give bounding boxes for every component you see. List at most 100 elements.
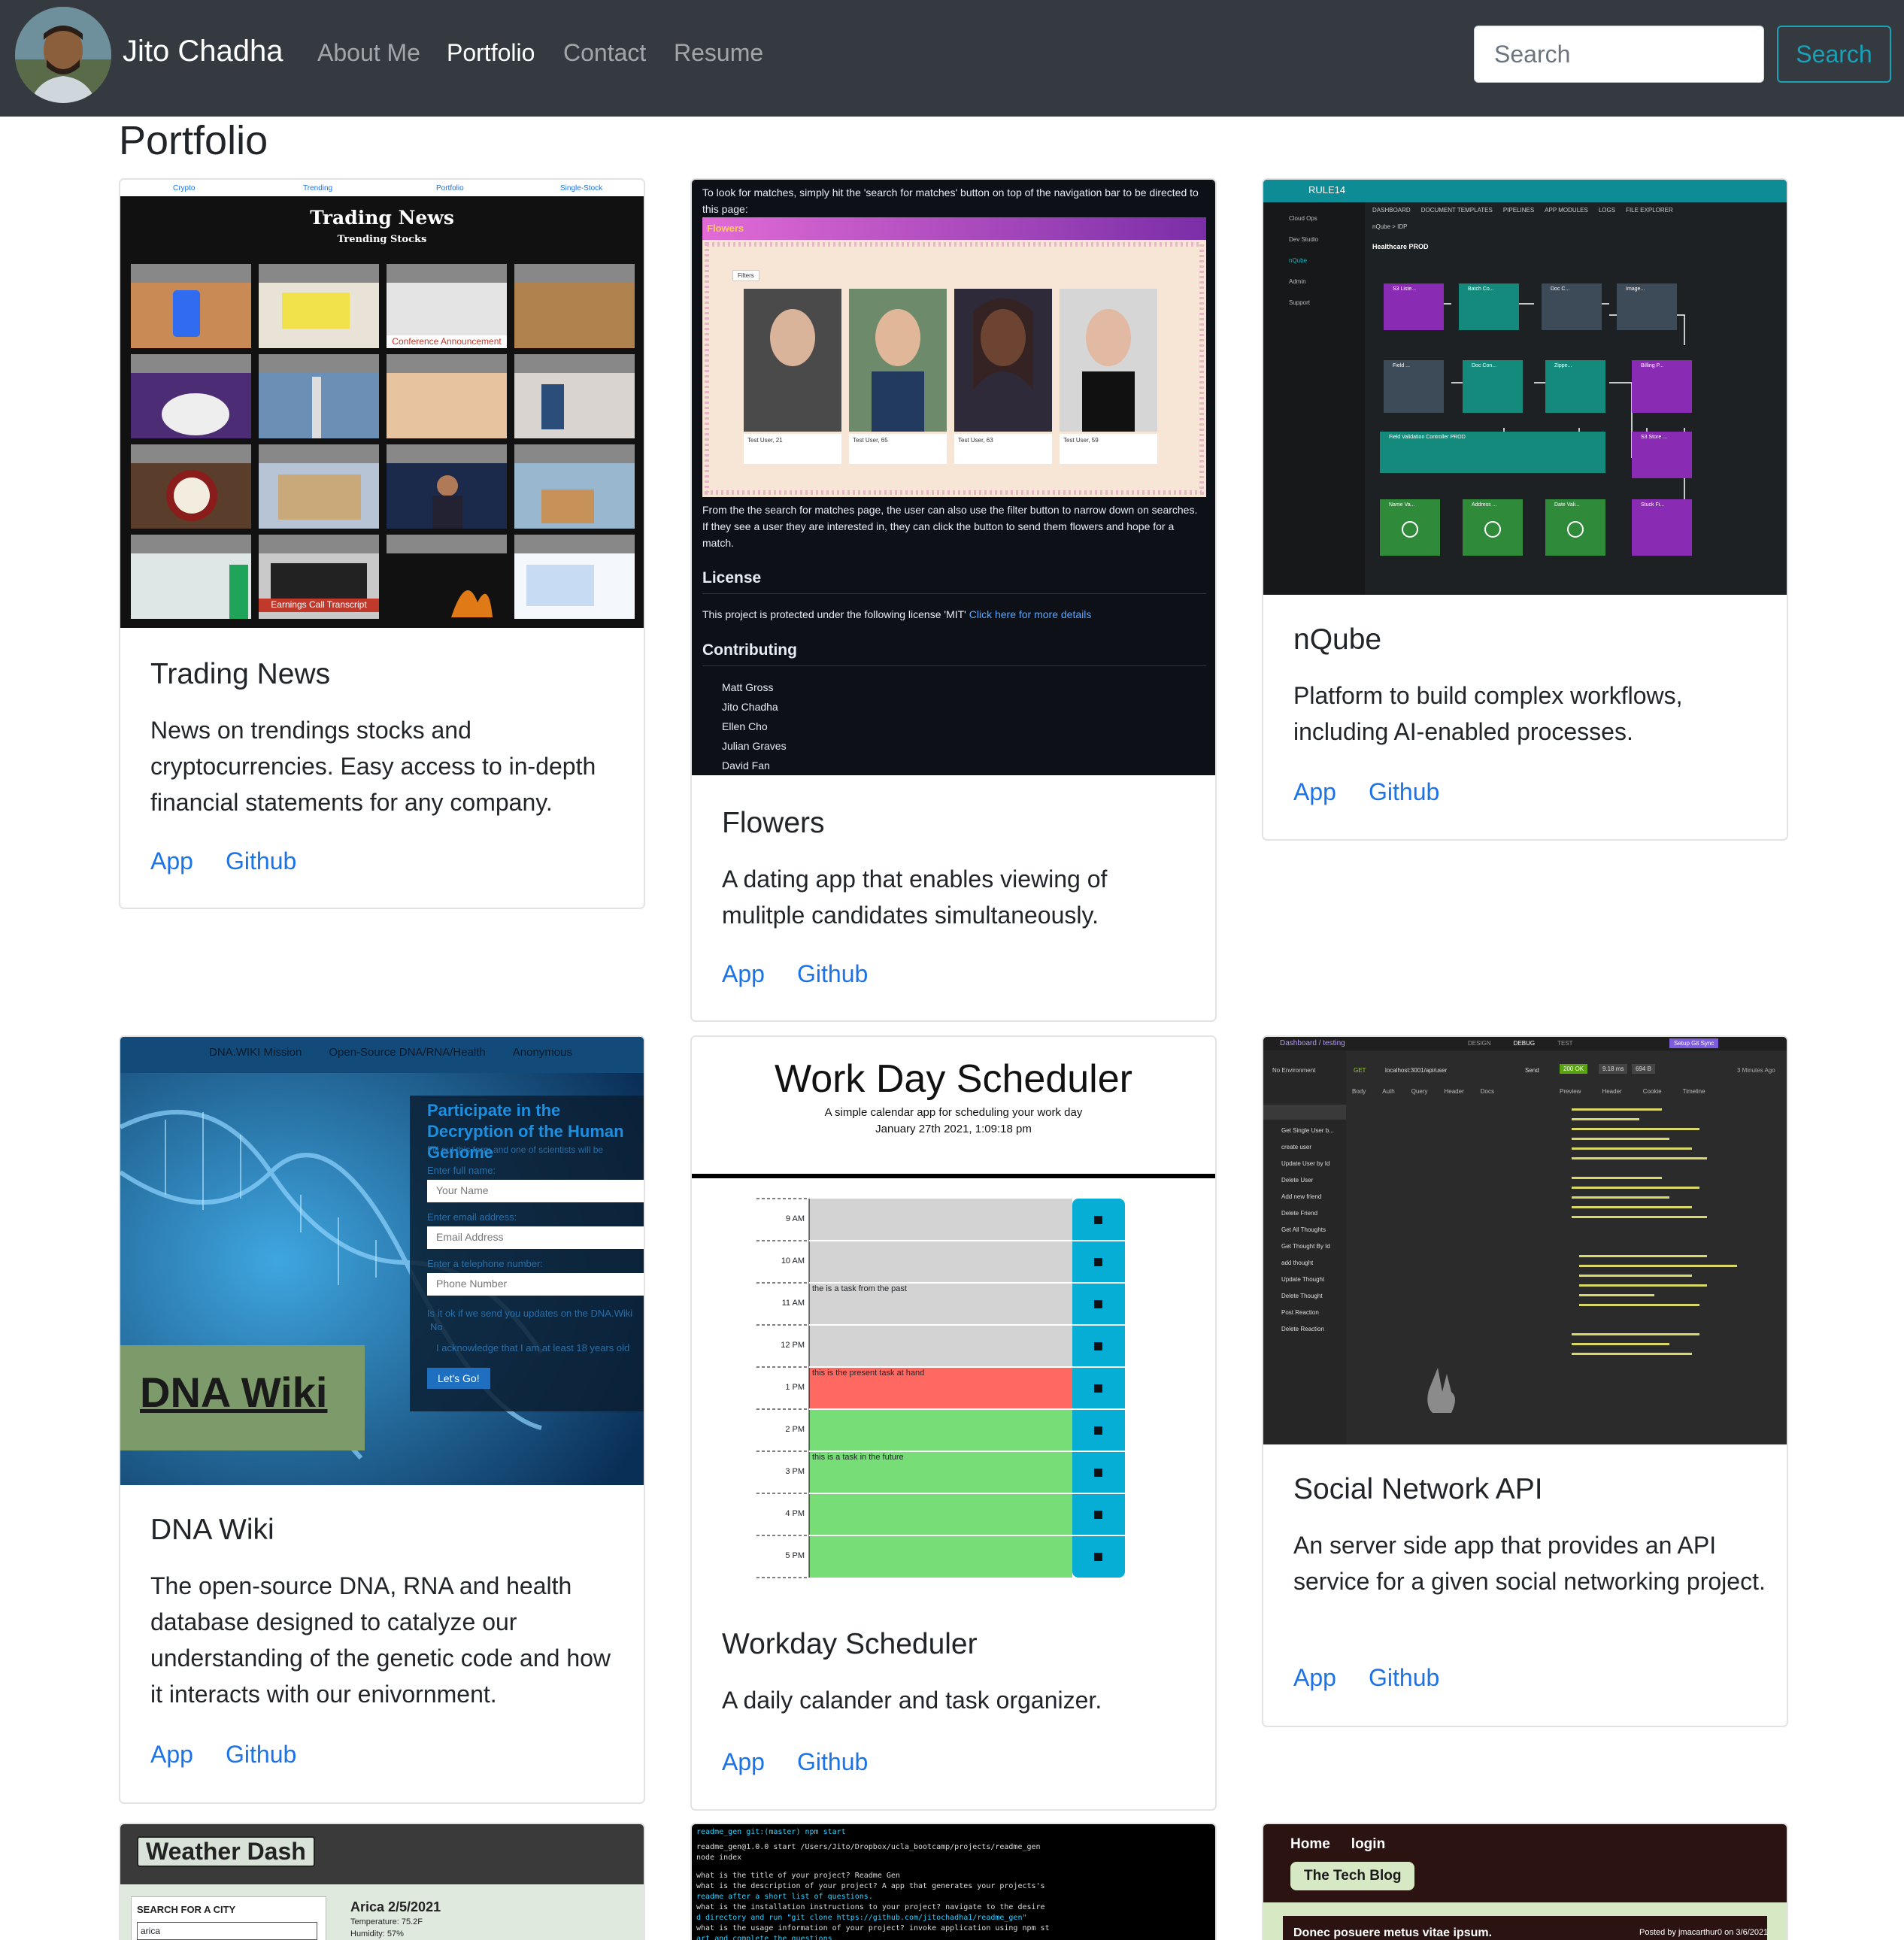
project-title: Workday Scheduler bbox=[722, 1628, 978, 1660]
shot-heading: Contributing bbox=[702, 641, 797, 659]
shot-label: Enter full name: bbox=[427, 1165, 496, 1176]
shot-tab: Trending bbox=[303, 184, 333, 192]
shot-node: Stuck Fi... bbox=[1641, 502, 1665, 508]
shot-terminal-line: what is the usage information of your pr… bbox=[696, 1924, 1050, 1932]
shot-list-item: Ellen Cho bbox=[722, 720, 768, 732]
project-title: Social Network API bbox=[1293, 1473, 1543, 1505]
shot-caption: Conference Announcement bbox=[392, 336, 502, 347]
nav-resume[interactable]: Resume bbox=[674, 39, 763, 67]
nav-portfolio[interactable]: Portfolio bbox=[447, 39, 535, 67]
github-link[interactable]: Github bbox=[797, 960, 868, 988]
shot-terminal-line: node index bbox=[696, 1854, 742, 1862]
shot-terminal-line: readme_gen@1.0.0 start /Users/Jito/Dropb… bbox=[696, 1843, 1041, 1851]
shot-text: From the the search for matches page, th… bbox=[702, 504, 1198, 549]
page-title: Portfolio bbox=[119, 118, 268, 163]
shot-heading: License bbox=[702, 569, 762, 587]
shot-hour: 5 PM bbox=[785, 1551, 805, 1560]
github-link[interactable]: Github bbox=[797, 1748, 868, 1776]
nav-about-me[interactable]: About Me bbox=[317, 39, 420, 67]
dna-wiki-screenshot: DNA.WIKI Mission Open-Source DNA/RNA/Hea… bbox=[120, 1037, 644, 1485]
shot-terminal-line: art and complete the questions bbox=[696, 1935, 832, 1940]
project-card-trading-news: Crypto Trending Portfolio Single-Stock T… bbox=[119, 178, 645, 909]
shot-list-item: Jito Chadha bbox=[722, 701, 778, 713]
shot-terminal-line: what is the installation instructions to… bbox=[696, 1903, 1045, 1911]
shot-terminal-line: readme after a short list of questions. bbox=[696, 1893, 873, 1901]
shot-node: Image... bbox=[1626, 286, 1645, 292]
project-description: A daily calander and task organizer. bbox=[722, 1687, 1102, 1714]
weather-dash-screenshot: Weather Dash SEARCH FOR A CITY arica Ari… bbox=[120, 1824, 644, 1940]
shot-node: Billing P... bbox=[1641, 363, 1664, 368]
shot-node: S3 Liste... bbox=[1393, 286, 1417, 292]
project-title: Trading News bbox=[150, 658, 331, 690]
shot-task: this is the present task at hand bbox=[812, 1369, 925, 1378]
project-card-dna-wiki: DNA.WIKI Mission Open-Source DNA/RNA/Hea… bbox=[119, 1035, 645, 1804]
shot-node: Name Va... bbox=[1389, 502, 1415, 508]
project-description: The open-source DNA, RNA and health data… bbox=[150, 1572, 611, 1708]
app-link[interactable]: App bbox=[722, 1748, 765, 1776]
scheduler-screenshot: Work Day Scheduler A simple calendar app… bbox=[692, 1037, 1215, 1595]
navbar: Jito Chadha About Me Portfolio Contact R… bbox=[0, 0, 1904, 117]
shot-post-meta: Posted by jmacarthur0 on 3/6/2021 bbox=[1639, 1928, 1769, 1937]
shot-terminal-line: readme_gen git:(master) npm start bbox=[696, 1828, 846, 1836]
project-description: An server side app that provides an API … bbox=[1293, 1532, 1766, 1595]
shot-hour: 12 PM bbox=[781, 1341, 805, 1350]
shot-hour: 2 PM bbox=[785, 1425, 805, 1434]
github-link[interactable]: Github bbox=[226, 847, 296, 875]
shot-terminal-line: what is the description of your project?… bbox=[696, 1882, 1045, 1890]
app-link[interactable]: App bbox=[1293, 778, 1336, 806]
shot-user: Test User, 63 bbox=[958, 437, 993, 444]
tech-blog-screenshot: Home login The Tech Blog Donec posuere m… bbox=[1263, 1824, 1787, 1940]
github-link[interactable]: Github bbox=[226, 1741, 296, 1769]
shot-caption: Earnings Call Transcript bbox=[271, 599, 367, 610]
social-network-screenshot: Dashboard / testing DESIGN DEBUG TEST Se… bbox=[1263, 1037, 1787, 1444]
shot-post-title: Donec posuere metus vitae ipsum. bbox=[1293, 1926, 1493, 1939]
shot-input: arica bbox=[137, 1922, 317, 1940]
project-card-nqube: RULE14 DASHBOARD DOCUMENT TEMPLATES PIPE… bbox=[1262, 178, 1788, 841]
app-link[interactable]: App bbox=[1293, 1664, 1336, 1692]
shot-hour: 11 AM bbox=[781, 1299, 805, 1308]
shot-text: To look for matches, simply hit the 'sea… bbox=[702, 186, 1199, 215]
shot-hour: 9 AM bbox=[785, 1214, 805, 1223]
app-link[interactable]: App bbox=[150, 1741, 193, 1769]
shot-hour: 3 PM bbox=[785, 1467, 805, 1476]
shot-hour: 10 AM bbox=[781, 1256, 805, 1266]
flowers-screenshot: To look for matches, simply hit the 'sea… bbox=[692, 180, 1215, 775]
shot-text: Fill out this form and one of scientists… bbox=[427, 1144, 604, 1155]
shot-input: Phone Number bbox=[427, 1273, 644, 1296]
shot-title: Weather Dash bbox=[137, 1836, 315, 1867]
shot-text: Is it ok if we send you updates on the D… bbox=[427, 1308, 633, 1319]
project-description: Platform to build complex workflows, inc… bbox=[1293, 682, 1683, 745]
shot-text: No bbox=[430, 1321, 443, 1332]
shot-label: SEARCH FOR A CITY bbox=[137, 1904, 236, 1915]
project-card-weather-dash: Weather Dash SEARCH FOR A CITY arica Ari… bbox=[119, 1823, 645, 1940]
brand-name[interactable]: Jito Chadha bbox=[123, 35, 283, 68]
shot-label: Enter email address: bbox=[427, 1211, 517, 1223]
nav-contact[interactable]: Contact bbox=[563, 39, 646, 67]
project-card-readme-gen: readme_gen git:(master) npm start readme… bbox=[690, 1823, 1217, 1940]
shot-user: Test User, 59 bbox=[1063, 437, 1099, 444]
github-link[interactable]: Github bbox=[1369, 1664, 1439, 1692]
shot-tab: Portfolio bbox=[436, 184, 464, 192]
shot-input: Email Address bbox=[427, 1226, 644, 1249]
shot-link: Click here for more details bbox=[969, 608, 1092, 620]
shot-node: Doc Con... bbox=[1472, 363, 1497, 368]
shot-app-name: Flowers bbox=[707, 223, 744, 234]
project-description: A dating app that enables viewing of mul… bbox=[722, 865, 1108, 929]
search-input[interactable] bbox=[1474, 26, 1764, 83]
avatar[interactable] bbox=[15, 7, 111, 103]
shot-tab: Crypto bbox=[173, 184, 196, 192]
shot-text: This project is protected under the foll… bbox=[702, 608, 966, 620]
shot-user: Test User, 21 bbox=[747, 437, 783, 444]
shot-node: Doc C... bbox=[1551, 286, 1570, 292]
github-link[interactable]: Github bbox=[1369, 778, 1439, 806]
app-link[interactable]: App bbox=[722, 960, 765, 988]
app-link[interactable]: App bbox=[150, 847, 193, 875]
readme-gen-screenshot: readme_gen git:(master) npm start readme… bbox=[692, 1824, 1215, 1940]
shot-nav: DNA.WIKI Mission bbox=[209, 1046, 302, 1059]
nqube-screenshot: RULE14 DASHBOARD DOCUMENT TEMPLATES PIPE… bbox=[1263, 180, 1787, 595]
shot-node: Batch Co... bbox=[1468, 286, 1494, 292]
search-button[interactable]: Search bbox=[1777, 26, 1891, 83]
trading-news-screenshot: Crypto Trending Portfolio Single-Stock T… bbox=[120, 180, 644, 628]
shot-hour: 1 PM bbox=[785, 1383, 805, 1392]
shot-task: the is a task from the past bbox=[812, 1284, 907, 1293]
